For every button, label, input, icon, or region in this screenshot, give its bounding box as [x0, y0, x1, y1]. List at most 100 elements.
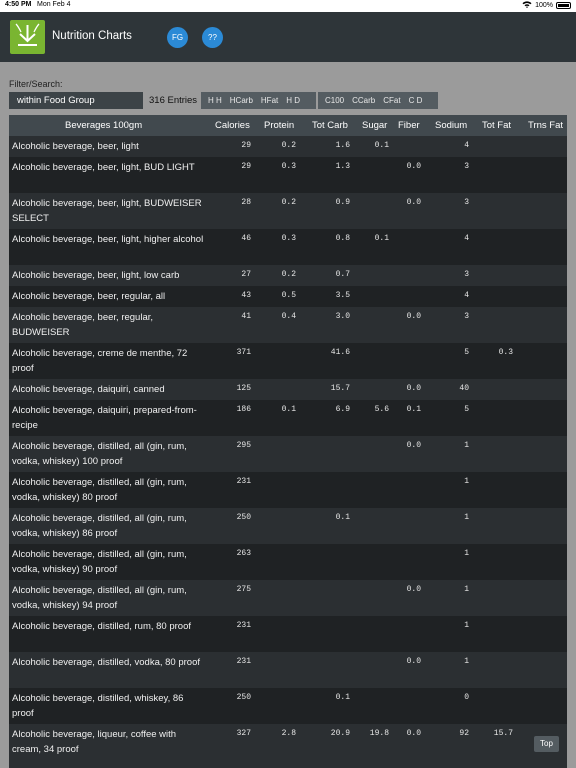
table-row[interactable]: Alcoholic beverage, beer, light, higher …: [9, 229, 567, 265]
food-name: Alcoholic beverage, distilled, all (gin,…: [12, 441, 187, 467]
nutrient-value: 1: [464, 585, 469, 594]
nutrient-value: 0.0: [406, 312, 421, 321]
battery-percent: 100%: [535, 2, 553, 9]
app-header: Nutrition Charts FG ??: [0, 12, 576, 62]
food-name: Alcoholic beverage, distilled, all (gin,…: [12, 585, 187, 611]
table-row[interactable]: Alcoholic beverage, liqueur, coffee with…: [9, 724, 567, 760]
nutrient-value: 1.3: [335, 162, 350, 171]
filter-label: Filter/Search:: [9, 79, 63, 89]
sort-button[interactable]: HFat: [257, 96, 282, 105]
sort-button[interactable]: H D: [282, 96, 304, 105]
nutrient-value: 0.4: [281, 312, 296, 321]
nutrient-value: 1: [464, 621, 469, 630]
sort-button[interactable]: C D: [405, 96, 427, 105]
nutrient-value: 15.7: [493, 729, 513, 738]
table-row[interactable]: Alcoholic beverage, daiquiri, prepared-f…: [9, 400, 567, 436]
nutrient-value: 3.5: [335, 291, 350, 300]
food-name: Alcoholic beverage, beer, light, BUD LIG…: [12, 162, 195, 173]
column-header[interactable]: Sugar: [362, 120, 387, 131]
column-header[interactable]: Calories: [215, 120, 250, 131]
status-right: 100%: [522, 1, 571, 10]
nutrient-value: 1: [464, 657, 469, 666]
nutrient-value: 295: [236, 441, 251, 450]
nutrient-value: 29: [241, 162, 251, 171]
sort-button[interactable]: HCarb: [226, 96, 257, 105]
nutrient-value: 0.0: [406, 198, 421, 207]
column-header[interactable]: Trns Fat: [528, 120, 563, 131]
food-name: Alcoholic beverage, distilled, all (gin,…: [12, 549, 187, 575]
nutrient-value: 3.0: [335, 312, 350, 321]
table-row[interactable]: Alcoholic beverage, distilled, rum, 80 p…: [9, 616, 567, 652]
food-name: Alcoholic beverage, creme de menthe, 72 …: [12, 348, 188, 374]
nutrient-value: 0.1: [374, 141, 389, 150]
nutrient-value: 0.1: [406, 405, 421, 414]
nutrient-value: 3: [464, 312, 469, 321]
table-row[interactable]: Alcoholic beverage, beer, light 29 0.2 1.6 0…: [9, 136, 567, 157]
nutrient-value: 2.8: [281, 729, 296, 738]
nutrient-value: 29: [241, 141, 251, 150]
nutrient-value: 0.3: [281, 162, 296, 171]
table-row[interactable]: Alcoholic beverage, beer, regular, BUDWE…: [9, 307, 567, 343]
table-row[interactable]: Alcoholic beverage, distilled, all (gin,…: [9, 580, 567, 616]
column-header[interactable]: Fiber: [398, 120, 420, 131]
table-header: Beverages 100gm Calories Protein Tot Car…: [9, 115, 567, 136]
nutrient-value: 0.1: [281, 405, 296, 414]
column-header[interactable]: Beverages 100gm: [65, 120, 142, 131]
table-row[interactable]: Alcoholic beverage, distilled, all (gin,…: [9, 472, 567, 508]
nutrient-value: 46: [241, 234, 251, 243]
table-row[interactable]: Alcoholic beverage, beer, light, BUDWEIS…: [9, 193, 567, 229]
nutrient-value: 4: [464, 291, 469, 300]
table-row[interactable]: Alcoholic beverage, beer, regular, all 43…: [9, 286, 567, 307]
table-row[interactable]: Alcoholic beverage, distilled, whiskey, …: [9, 688, 567, 724]
nutrient-value: 1: [464, 513, 469, 522]
search-input[interactable]: within Food Group: [9, 92, 143, 109]
food-name: Alcoholic beverage, distilled, vodka, 80…: [12, 657, 201, 668]
nutrient-value: 231: [236, 657, 251, 666]
sort-group-high: H H HCarb HFat H D: [201, 92, 316, 109]
nutrient-value: 1: [464, 549, 469, 558]
column-header[interactable]: Protein: [264, 120, 294, 131]
nutrient-value: 0.0: [406, 384, 421, 393]
table-row[interactable]: Alcoholic beverage, distilled, vodka, 80…: [9, 652, 567, 688]
food-name: Alcoholic beverage, beer, regular, BUDWE…: [12, 312, 154, 338]
table-row[interactable]: Alcoholic beverage, distilled, all (gin,…: [9, 544, 567, 580]
entries-count: 316 Entries: [149, 95, 198, 106]
sort-button[interactable]: CFat: [379, 96, 404, 105]
help-button[interactable]: ??: [202, 27, 223, 48]
column-header[interactable]: Tot Carb: [312, 120, 348, 131]
table-row[interactable]: Alcoholic beverage, creme de menthe, 72 …: [9, 343, 567, 379]
table-row[interactable]: Alcoholic beverage, beer, light, BUD LIG…: [9, 157, 567, 193]
nutrient-value: 41: [241, 312, 251, 321]
food-group-button[interactable]: FG: [167, 27, 188, 48]
nutrient-value: 250: [236, 693, 251, 702]
nutrient-value: 186: [236, 405, 251, 414]
nutrient-value: 0.1: [335, 513, 350, 522]
table-row[interactable]: Alcoholic beverage, distilled, all (gin,…: [9, 436, 567, 472]
nutrient-value: 15.7: [330, 384, 350, 393]
nutrient-value: 0.0: [406, 162, 421, 171]
table-row[interactable]: Alcoholic beverage, beer, light, low car…: [9, 265, 567, 286]
status-bar: 4:50 PM Mon Feb 4 100%: [0, 0, 576, 12]
nutrient-value: 27: [241, 270, 251, 279]
status-date: Mon Feb 4: [37, 1, 71, 8]
table-row[interactable]: Alcoholic beverage, distilled, all (gin,…: [9, 508, 567, 544]
nutrient-value: 0.1: [335, 693, 350, 702]
table-row[interactable]: Alcoholic beverage, daiquiri, canned 125 1…: [9, 379, 567, 400]
nutrient-value: 0.3: [281, 234, 296, 243]
sort-button[interactable]: C100: [321, 96, 348, 105]
nutrient-value: 0.2: [281, 141, 296, 150]
nutrient-value: 0.5: [281, 291, 296, 300]
status-time: 4:50 PM: [5, 1, 32, 8]
food-name: Alcoholic beverage, beer, light, higher …: [12, 234, 204, 245]
sort-button[interactable]: H H: [204, 96, 226, 105]
scroll-top-button[interactable]: Top: [534, 736, 559, 752]
column-header[interactable]: Tot Fat: [482, 120, 511, 131]
nutrient-value: 3: [464, 198, 469, 207]
nutrient-value: 4: [464, 234, 469, 243]
column-header[interactable]: Sodium: [435, 120, 467, 131]
nutrient-value: 1.6: [335, 141, 350, 150]
nutrient-value: 3: [464, 162, 469, 171]
sort-button[interactable]: CCarb: [348, 96, 379, 105]
nutrient-value: 1: [464, 477, 469, 486]
nutrient-value: 92: [459, 729, 469, 738]
